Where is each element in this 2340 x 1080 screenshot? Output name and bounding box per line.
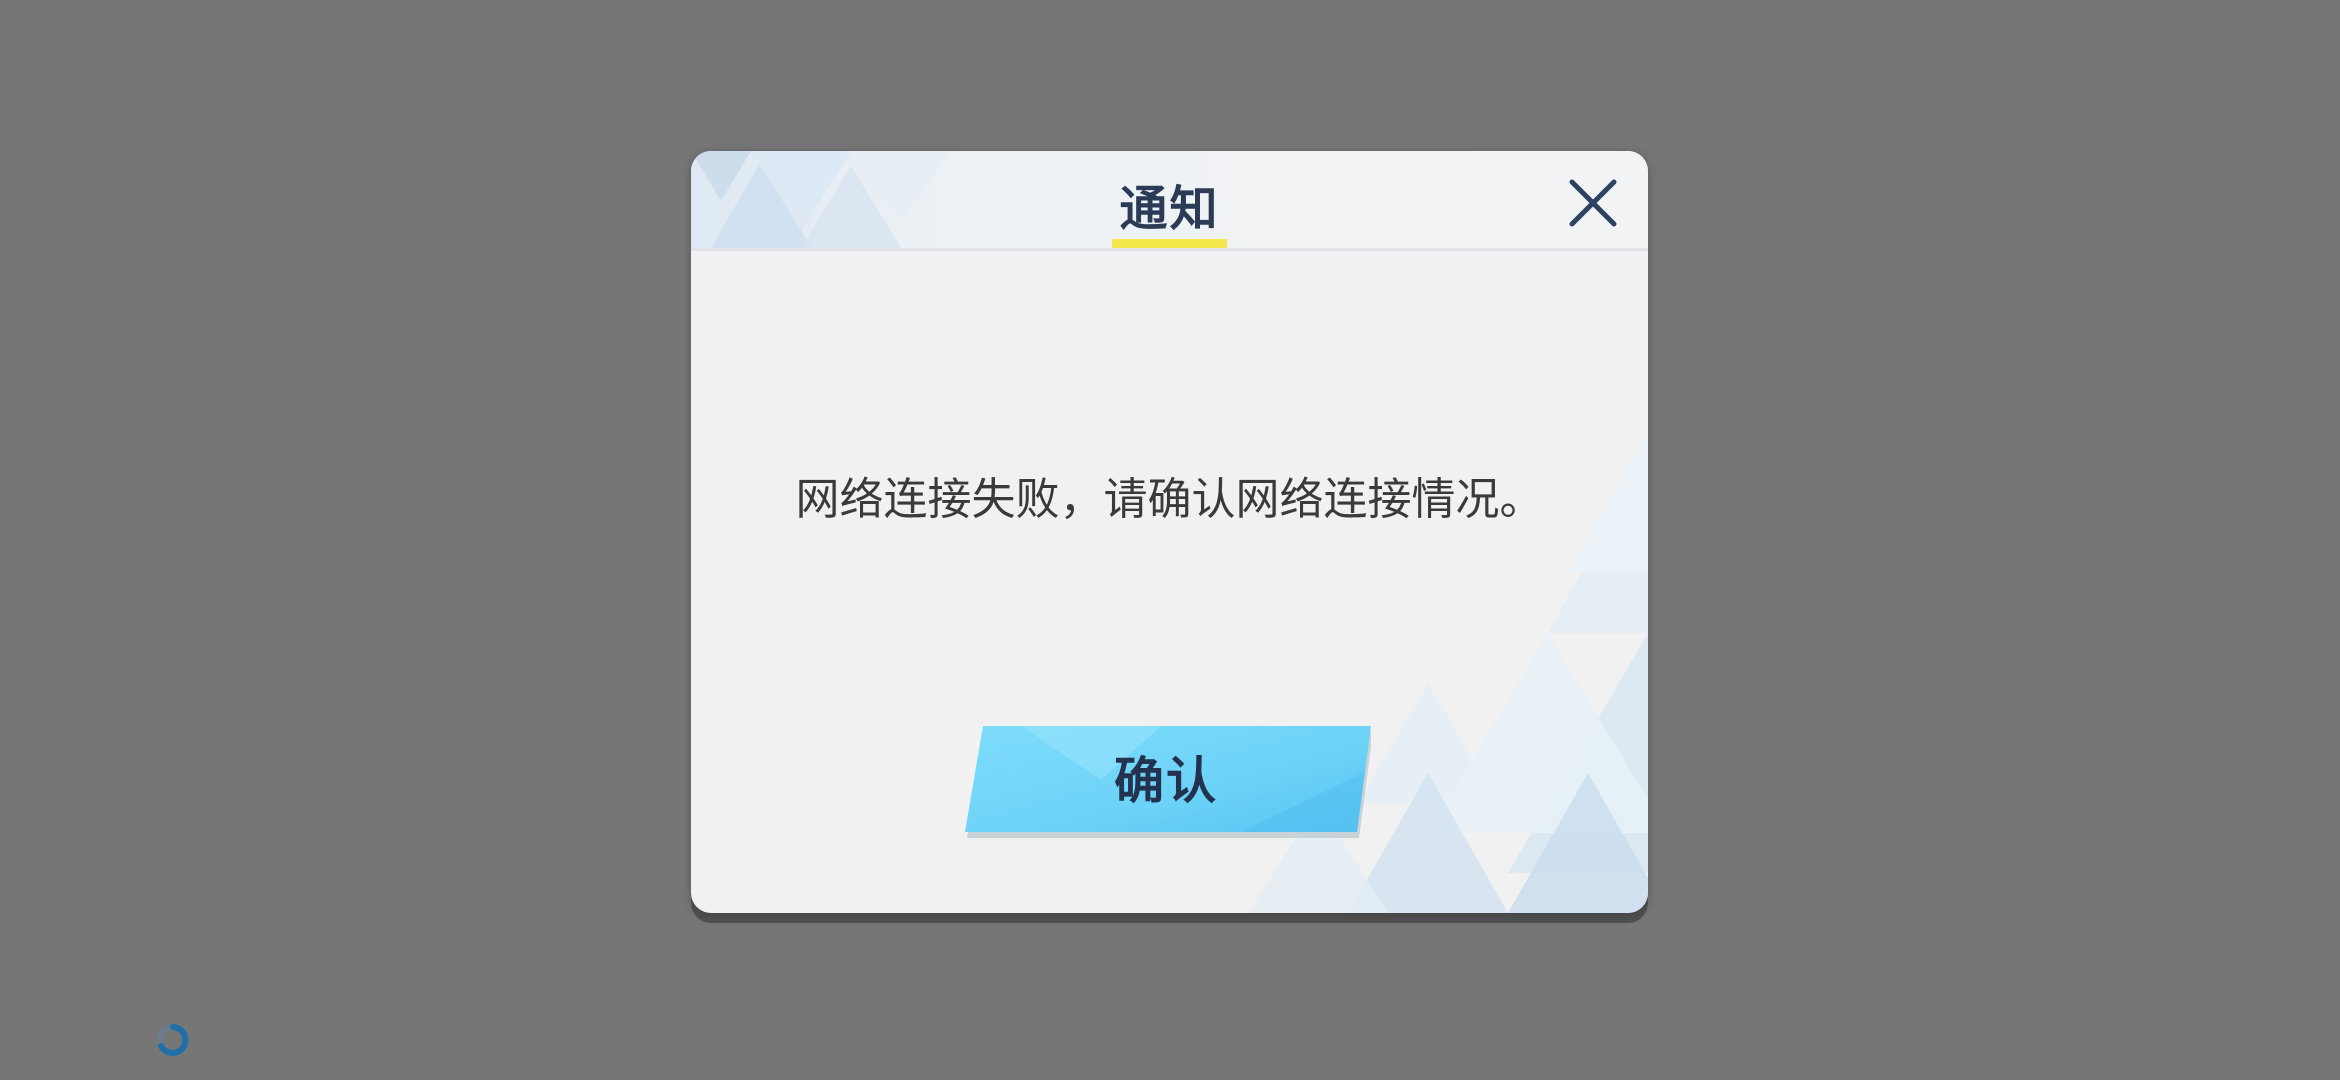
- dialog-message: 网络连接失败，请确认网络连接情况。: [795, 474, 1544, 525]
- confirm-button[interactable]: 确认: [961, 722, 1371, 842]
- close-icon: [1569, 179, 1617, 227]
- dialog-header: 通知: [691, 151, 1648, 251]
- notification-dialog: 通知 网络连接失败，请确认网络连接情况。 确认: [691, 151, 1648, 913]
- loading-spinner-icon: [157, 1024, 189, 1056]
- title-underline: [1112, 239, 1227, 248]
- confirm-button-label: 确认: [1114, 752, 1218, 810]
- dialog-title: 通知: [1119, 181, 1220, 237]
- game-screen: 通知 网络连接失败，请确认网络连接情况。 确认: [0, 0, 2340, 1080]
- close-button[interactable]: [1567, 177, 1619, 229]
